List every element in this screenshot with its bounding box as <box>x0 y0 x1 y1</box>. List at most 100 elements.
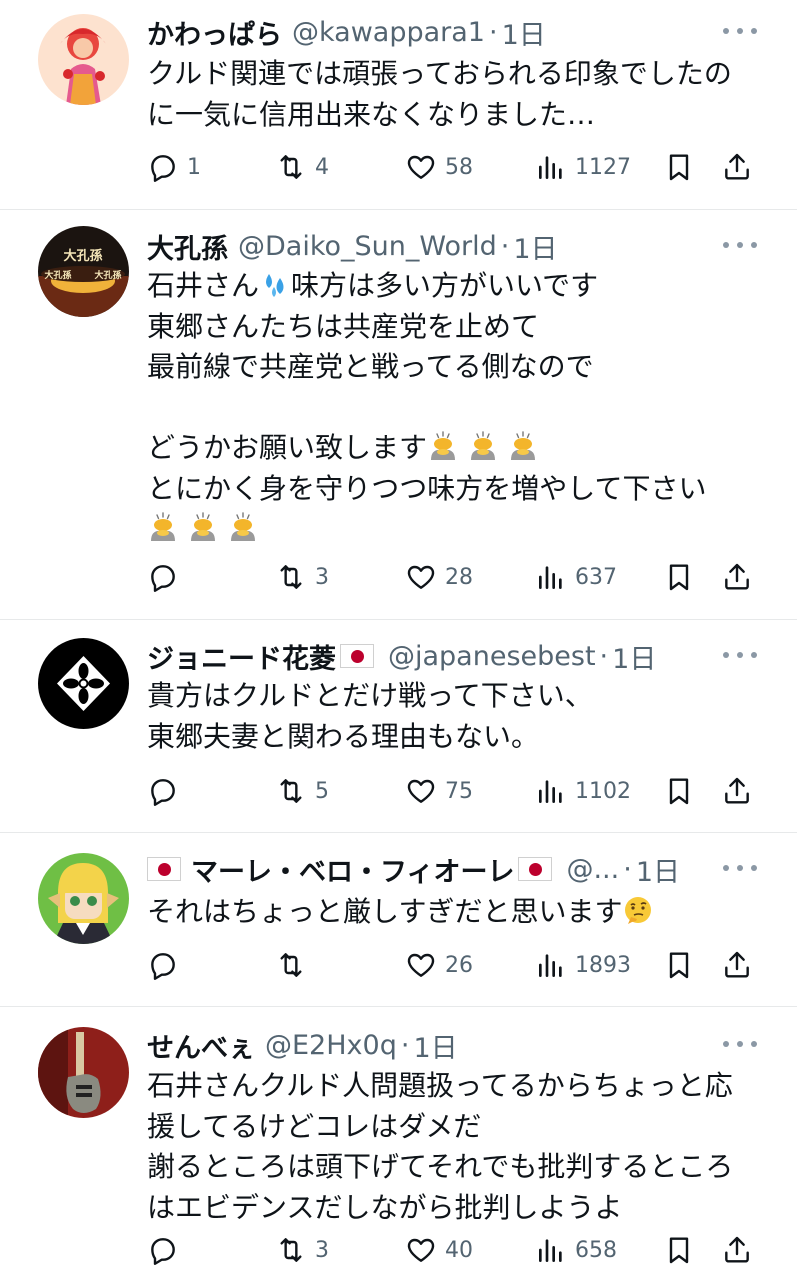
tweet-actions: 1 4 58 1127 <box>147 147 757 187</box>
tweet-actions: 5 75 1102 <box>147 771 757 811</box>
heart-icon <box>405 1234 437 1266</box>
retweet-count: 5 <box>315 778 329 804</box>
views-button[interactable]: 1102 <box>535 771 631 811</box>
retweet-count: 3 <box>315 564 329 590</box>
heart-icon <box>405 949 437 981</box>
japan-flag-emoji <box>340 644 374 668</box>
tweet-text-line: に一気に信用出来なくなりました… <box>147 97 596 131</box>
user-handle[interactable]: @kawappara1 <box>292 17 485 48</box>
like-button[interactable]: 75 <box>405 771 473 811</box>
more-icon[interactable] <box>723 230 757 260</box>
more-icon[interactable] <box>723 1029 757 1059</box>
tweet-text-line: 謝るところは頭下げてそれでも批判するところ <box>147 1150 734 1183</box>
avatar[interactable] <box>38 638 129 729</box>
tweet[interactable]: マーレ・ベロ・フィオーレ @... · 1日 それはちょっと厳しすぎだと思います… <box>0 833 797 1007</box>
bookmark-button[interactable] <box>663 147 695 187</box>
share-button[interactable] <box>721 945 753 985</box>
reply-icon <box>147 949 179 981</box>
reply-button[interactable] <box>147 1230 187 1270</box>
display-name[interactable]: 大孔孫 <box>147 227 228 266</box>
reply-button[interactable]: 1 <box>147 147 201 187</box>
bookmark-button[interactable] <box>663 1230 695 1270</box>
tweet-text-line: 石井さん 味方は多い方がいいです <box>147 266 757 307</box>
user-handle[interactable]: @japanesebest <box>388 641 596 672</box>
avatar[interactable] <box>38 853 129 944</box>
share-button[interactable] <box>721 147 753 187</box>
like-button[interactable]: 28 <box>405 557 473 597</box>
tweet-text-segment: 味方は多い方がいいです <box>291 269 599 302</box>
avatar[interactable] <box>38 14 129 105</box>
tweet[interactable]: かわっぱら @kawappara1 · 1日 クルド関連では頑張っておられる印象… <box>0 0 797 210</box>
bookmark-button[interactable] <box>663 945 695 985</box>
separator-dot: · <box>623 853 632 885</box>
avatar-label: 大孔孫 <box>94 269 121 281</box>
user-handle[interactable]: @Daiko_Sun_World <box>238 231 497 262</box>
tweet-text-line: 石井さんクルド人問題扱ってるからちょっと応 <box>147 1069 733 1102</box>
reply-icon <box>147 561 179 593</box>
share-icon <box>721 151 753 183</box>
retweet-button[interactable]: 4 <box>275 147 329 187</box>
tweet-text-line: 貴方はクルドとだけ戦って下さい、 <box>147 679 593 712</box>
timestamp[interactable]: 1日 <box>636 850 680 889</box>
bowing-person-emoji <box>467 430 499 462</box>
tweet-actions: 3 28 637 <box>147 557 757 597</box>
timestamp[interactable]: 1日 <box>502 13 546 52</box>
like-button[interactable]: 40 <box>405 1230 473 1270</box>
retweet-icon <box>275 775 307 807</box>
more-icon[interactable] <box>723 853 757 883</box>
heart-icon <box>405 561 437 593</box>
more-icon[interactable] <box>723 640 757 670</box>
user-handle[interactable]: @... <box>566 854 619 885</box>
user-handle[interactable]: @E2Hx0q <box>265 1030 397 1061</box>
reply-icon <box>147 151 179 183</box>
retweet-button[interactable]: 5 <box>275 771 329 811</box>
like-button[interactable]: 58 <box>405 147 473 187</box>
more-icon[interactable] <box>723 16 757 46</box>
views-count: 1127 <box>575 154 631 180</box>
tweet-text: 石井さん 味方は多い方がいいです 東郷さんたちは共産党を止めて 最前線で共産党と戦… <box>147 266 757 550</box>
avatar[interactable] <box>38 1027 129 1118</box>
reply-button[interactable] <box>147 771 187 811</box>
reply-button[interactable] <box>147 945 187 985</box>
retweet-icon <box>275 151 307 183</box>
bookmark-button[interactable] <box>663 771 695 811</box>
share-button[interactable] <box>721 557 753 597</box>
timestamp[interactable]: 1日 <box>612 637 656 676</box>
display-name[interactable]: せんべぇ <box>147 1026 255 1065</box>
views-button[interactable]: 1127 <box>535 147 631 187</box>
timestamp[interactable]: 1日 <box>513 227 557 266</box>
display-name[interactable]: マーレ・ベロ・フィオーレ <box>191 850 514 889</box>
tweet[interactable]: 大孔孫 大孔孫 大孔孫 大孔孫 @Daiko_Sun_World · 1日 石井… <box>0 210 797 620</box>
views-icon <box>535 949 567 981</box>
thinking-face-emoji <box>622 894 654 926</box>
japan-flag-emoji <box>518 857 553 881</box>
like-button[interactable]: 26 <box>405 945 473 985</box>
views-count: 1102 <box>575 778 631 804</box>
retweet-count: 4 <box>315 154 329 180</box>
share-button[interactable] <box>721 771 753 811</box>
tweet-actions: 26 1893 <box>147 945 757 985</box>
tweet-text-segment: それはちょっと厳しすぎだと思います <box>147 895 623 928</box>
retweet-button[interactable]: 3 <box>275 557 329 597</box>
retweet-button[interactable]: 3 <box>275 1230 329 1270</box>
tweet-text-segment: 石井さん <box>147 269 260 302</box>
views-button[interactable]: 637 <box>535 557 617 597</box>
share-icon <box>721 1234 753 1266</box>
share-icon <box>721 949 753 981</box>
timestamp[interactable]: 1日 <box>413 1026 457 1065</box>
views-button[interactable]: 658 <box>535 1230 617 1270</box>
separator-dot: · <box>488 16 498 48</box>
like-count: 28 <box>445 564 473 590</box>
bookmark-button[interactable] <box>663 557 695 597</box>
retweet-button[interactable] <box>275 945 315 985</box>
display-name[interactable]: ジョニード花菱 <box>147 637 336 676</box>
avatar[interactable]: 大孔孫 大孔孫 大孔孫 <box>38 226 129 317</box>
share-button[interactable] <box>721 1230 753 1270</box>
sweat-droplets-emoji <box>259 268 291 300</box>
display-name[interactable]: かわっぱら <box>147 13 282 52</box>
views-button[interactable]: 1893 <box>535 945 631 985</box>
tweet[interactable]: ジョニード花菱 @japanesebest · 1日 貴方はクルドとだけ戦って下… <box>0 620 797 833</box>
reply-button[interactable] <box>147 557 187 597</box>
tweet[interactable]: せんべぇ @E2Hx0q · 1日 石井さんクルド人問題扱ってるからちょっと応 … <box>0 1007 797 1280</box>
